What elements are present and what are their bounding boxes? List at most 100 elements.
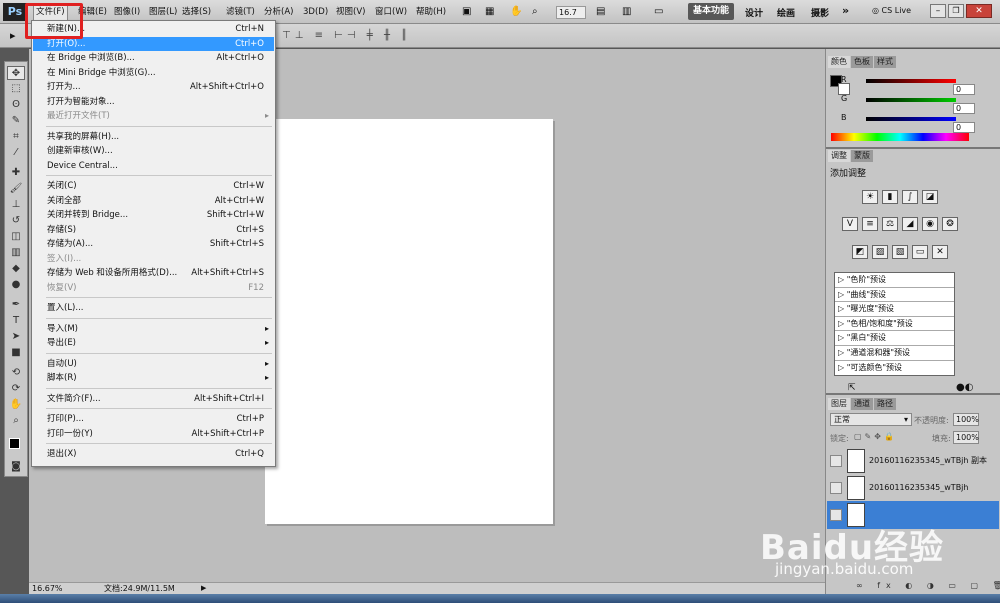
move-tool-preset-icon[interactable]: ▸ [10,29,16,42]
foreground-color-swatch[interactable] [9,438,20,449]
healing-brush-tool-icon[interactable]: ✚ [7,166,25,180]
hand-tool-icon[interactable]: ✋ [510,6,522,17]
threshold-icon[interactable]: ▧ [892,245,908,259]
menu-help[interactable]: 帮助(H) [414,5,448,20]
status-arrow-icon[interactable]: ▶ [201,583,206,594]
brightness-icon[interactable]: ☀ [862,190,878,204]
blue-value-field[interactable]: 0 [953,122,975,133]
tab-swatches[interactable]: 色板 [851,56,873,68]
zoom-level-field[interactable]: 16.7 [556,6,586,19]
file-menu-item[interactable]: 退出(X) Ctrl+Q [33,447,274,461]
opacity-field[interactable]: 100% [953,413,979,426]
eraser-tool-icon[interactable]: ◫ [7,230,25,244]
lasso-tool-icon[interactable]: ʘ [7,98,25,112]
menu-3d[interactable]: 3D(D) [301,5,330,20]
tab-adjustments[interactable]: 调整 [828,150,850,162]
preset-black-white[interactable]: ▷ "黑白"预设 [835,331,954,346]
preset-levels[interactable]: ▷ "色阶"预设 [835,273,954,288]
dodge-tool-icon[interactable]: ● [7,278,25,292]
file-menu-item[interactable]: 文件简介(F)... Alt+Shift+Ctrl+I [33,392,274,406]
blue-slider[interactable] [866,117,956,121]
preset-hue-saturation[interactable]: ▷ "色相/饱和度"预设 [835,317,954,332]
document-canvas[interactable] [265,119,553,524]
hand-tool-icon[interactable]: ✋ [7,398,25,412]
red-value-field[interactable]: 0 [953,84,975,95]
path-select-tool-icon[interactable]: ➤ [7,330,25,344]
clone-stamp-tool-icon[interactable]: ⊥ [7,198,25,212]
hue-saturation-icon[interactable]: ≡ [862,217,878,231]
align-distribute-icons[interactable]: ⊤⊥ ≡ ⊢⊣ ╪ ╫ ║ [282,30,411,41]
curves-icon[interactable]: ∫ [902,190,918,204]
gradient-tool-icon[interactable]: ▥ [7,246,25,260]
tab-channels[interactable]: 通道 [851,398,873,410]
color-spectrum-bar[interactable] [831,133,969,141]
preset-curves[interactable]: ▷ "曲线"预设 [835,288,954,303]
preset-channel-mixer[interactable]: ▷ "通道混和器"预设 [835,346,954,361]
file-menu-item[interactable]: 关闭(C) Ctrl+W [33,179,274,193]
3d-rotate-tool-icon[interactable]: ⟲ [7,366,25,380]
shape-tool-icon[interactable]: ■ [7,346,25,360]
zoom-tool-icon[interactable]: ⌕ [532,6,538,17]
pen-tool-icon[interactable]: ✒ [7,298,25,312]
adjust-options-icon[interactable]: ●◐ [956,382,973,393]
lock-icons[interactable]: ▢✎✥🔒 [854,432,897,441]
workspace-photography-button[interactable]: 摄影 [811,6,829,19]
tab-paths[interactable]: 路径 [874,398,896,410]
file-menu-item[interactable]: 脚本(R) [33,371,274,385]
black-white-icon[interactable]: ◢ [902,217,918,231]
menu-window[interactable]: 窗口(W) [373,5,409,20]
file-menu-item[interactable]: 存储(S) Ctrl+S [33,223,274,237]
status-zoom[interactable]: 16.67% [32,583,63,594]
layers-footer-icons[interactable]: ∞ fx ◐ ◑ ▭ ▢ 🗑 [856,581,1000,590]
minimize-button[interactable]: – [930,4,946,18]
file-menu-item[interactable]: 打开为智能对象... [33,95,274,109]
screen-mode-icon[interactable]: ▭ [654,6,663,17]
menu-filter[interactable]: 滤镜(T) [224,5,257,20]
workspace-design-button[interactable]: 设计 [745,6,763,19]
menu-layer[interactable]: 图层(L) [147,5,179,20]
file-menu-item[interactable]: 在 Bridge 中浏览(B)... Alt+Ctrl+O [33,51,274,65]
file-menu-item[interactable]: 在 Mini Bridge 中浏览(G)... [33,66,274,80]
tab-layers[interactable]: 图层 [828,398,850,410]
crop-tool-icon[interactable]: ⌗ [7,130,25,144]
arrange-documents-icon[interactable]: ▥ [622,6,631,17]
file-menu-item[interactable]: 存储为(A)... Shift+Ctrl+S [33,237,274,251]
file-menu-item[interactable]: 打印一份(Y) Alt+Shift+Ctrl+P [33,427,274,441]
file-menu-item[interactable]: 打印(P)... Ctrl+P [33,412,274,426]
restore-button[interactable]: ❐ [948,4,964,18]
menu-view[interactable]: 视图(V) [334,5,367,20]
close-button[interactable]: ✕ [966,4,992,18]
gradient-map-icon[interactable]: ▭ [912,245,928,259]
menu-analysis[interactable]: 分析(A) [262,5,295,20]
preset-exposure[interactable]: ▷ "曝光度"预设 [835,302,954,317]
marquee-tool-icon[interactable]: ⬚ [7,82,25,96]
workspace-painting-button[interactable]: 绘画 [777,6,795,19]
layer-row[interactable]: 20160116235345_wTBjh 副本 [827,447,999,475]
file-menu-item[interactable]: 存储为 Web 和设备所用格式(D)... Alt+Shift+Ctrl+S [33,266,274,280]
move-tool-icon[interactable]: ✥ [7,66,25,80]
layer-visibility-toggle[interactable] [830,482,842,494]
more-workspaces-icon[interactable]: » [842,4,849,17]
3d-orbit-tool-icon[interactable]: ⟳ [7,382,25,396]
green-slider[interactable] [866,98,956,102]
type-tool-icon[interactable]: T [7,314,25,328]
workspace-essentials-button[interactable]: 基本功能 [688,3,734,20]
file-menu-item[interactable]: 共享我的屏幕(H)... [33,130,274,144]
tab-color[interactable]: 颜色 [828,56,850,68]
file-menu-item[interactable]: 创建新审核(W)... [33,144,274,158]
channel-mixer-icon[interactable]: ❂ [942,217,958,231]
bridge-icon[interactable]: ▣ [462,6,471,17]
quick-select-tool-icon[interactable]: ✎ [7,114,25,128]
view-extras-icon[interactable]: ▤ [596,6,605,17]
preset-selective-color[interactable]: ▷ "可选颜色"预设 [835,361,954,376]
brush-tool-icon[interactable]: 🖌 [7,182,25,196]
levels-icon[interactable]: ▮ [882,190,898,204]
tab-masks[interactable]: 蒙版 [851,150,873,162]
file-menu-item[interactable]: 自动(U) [33,357,274,371]
file-menu-item[interactable]: 导入(M) [33,322,274,336]
file-menu-item[interactable]: Device Central... [33,159,274,173]
return-to-list-icon[interactable]: ⇱ [848,383,856,393]
file-menu-item[interactable]: 置入(L)... [33,301,274,315]
menu-image[interactable]: 图像(I) [112,5,142,20]
vibrance-icon[interactable]: V [842,217,858,231]
